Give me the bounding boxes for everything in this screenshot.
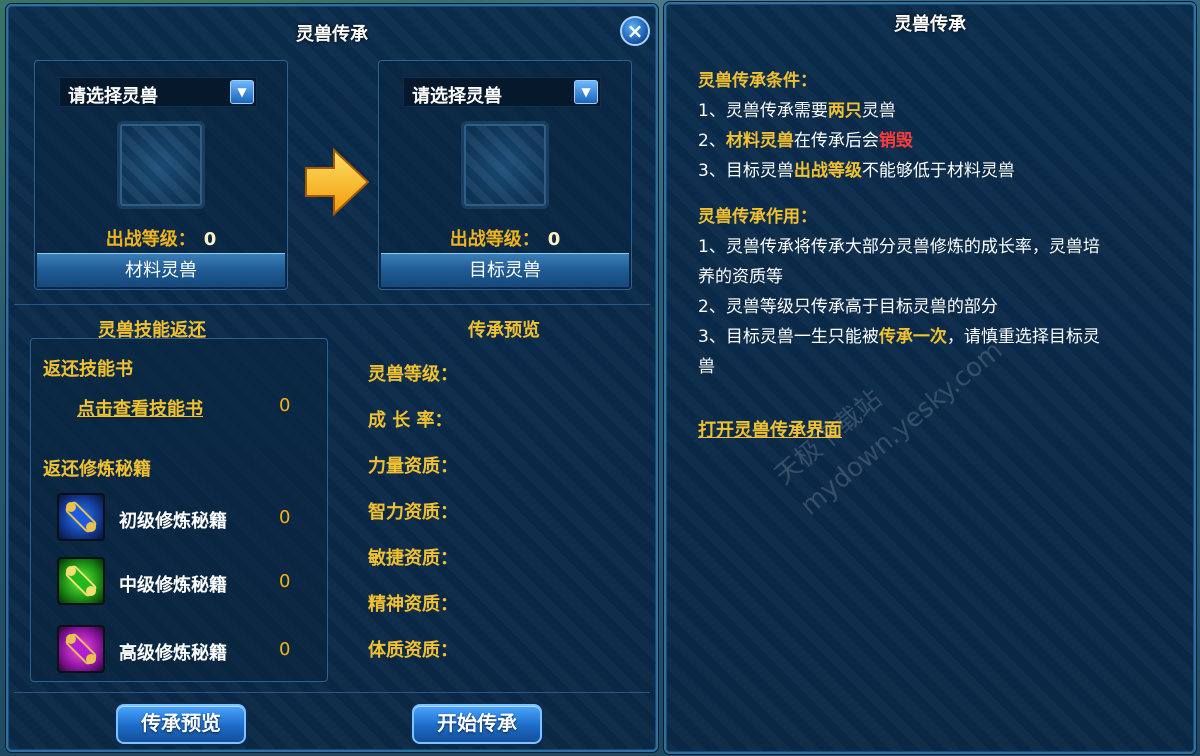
blue-scroll-icon bbox=[57, 493, 105, 541]
chevron-down-icon[interactable]: ▼ bbox=[230, 80, 254, 104]
target-select-text: 请选择灵兽 bbox=[412, 86, 502, 107]
item-name: 高级修炼秘籍 bbox=[119, 643, 227, 664]
effects-title: 灵兽传承作用： bbox=[698, 207, 817, 227]
effect-1: 1、灵兽传承将传承大部分灵兽修炼的成长率，灵兽培 养的资质等 bbox=[698, 237, 1100, 287]
preview-field: 体质资质： bbox=[368, 640, 458, 661]
panel-title: 灵兽传承 bbox=[296, 24, 368, 45]
preview-title: 传承预览 bbox=[468, 320, 540, 341]
item-count: 0 bbox=[279, 507, 291, 528]
green-scroll-icon bbox=[57, 557, 105, 605]
purple-scroll-icon bbox=[57, 625, 105, 673]
conditions-block: 灵兽传承条件： 1、灵兽传承需要两只灵兽 2、材料灵兽在传承后会销毁 3、目标灵… bbox=[698, 66, 1015, 186]
target-level-label: 出战等级： bbox=[449, 229, 540, 250]
effect-2: 2、灵兽等级只传承高于目标灵兽的部分 bbox=[698, 297, 998, 317]
chevron-down-icon[interactable]: ▼ bbox=[574, 80, 598, 104]
material-beast-portrait[interactable] bbox=[117, 121, 205, 209]
preview-field: 成 长 率： bbox=[368, 410, 453, 431]
close-button[interactable]: × bbox=[620, 16, 650, 46]
inheritance-panel: 灵兽传承 × 请选择灵兽 ▼ 出战等级：0 材料灵兽 请选择灵兽 ▼ 出战等级 bbox=[6, 4, 658, 752]
target-beast-slot: 请选择灵兽 ▼ 出战等级： 0 目标灵兽 bbox=[378, 60, 632, 290]
condition-3: 3、目标灵兽出战等级不能够低于材料灵兽 bbox=[698, 161, 1015, 181]
item-count: 0 bbox=[279, 639, 291, 660]
target-beast-portrait[interactable] bbox=[461, 121, 549, 209]
close-icon: × bbox=[626, 19, 644, 43]
view-skill-books-link[interactable]: 点击查看技能书 bbox=[77, 395, 203, 421]
material-level-line: 出战等级： 0 bbox=[35, 225, 287, 251]
item-count: 0 bbox=[279, 571, 291, 592]
skill-book-title: 返还技能书 bbox=[43, 359, 133, 380]
divider bbox=[14, 304, 650, 305]
preview-field: 精神资质： bbox=[368, 594, 458, 615]
start-inheritance-button[interactable]: 开始传承 bbox=[412, 704, 542, 744]
skill-return-frame: 返还技能书 点击查看技能书 0 返还修炼秘籍 初级修炼秘籍 0 中级修炼秘籍 0… bbox=[30, 338, 328, 682]
material-beast-select[interactable]: 请选择灵兽 ▼ bbox=[59, 77, 257, 107]
preview-field: 力量资质： bbox=[368, 456, 458, 477]
arrow-right-icon bbox=[305, 147, 370, 217]
conditions-title: 灵兽传承条件： bbox=[698, 71, 817, 91]
material-level-label: 出战等级： bbox=[105, 229, 196, 250]
condition-1: 1、灵兽传承需要两只灵兽 bbox=[698, 101, 896, 121]
material-beast-slot: 请选择灵兽 ▼ 出战等级： 0 材料灵兽 bbox=[34, 60, 288, 290]
target-level-line: 出战等级： 0 bbox=[379, 225, 631, 251]
item-name: 初级修炼秘籍 bbox=[119, 511, 227, 532]
preview-field: 智力资质： bbox=[368, 502, 458, 523]
condition-2: 2、材料灵兽在传承后会销毁 bbox=[698, 131, 913, 151]
preview-field: 敏捷资质： bbox=[368, 548, 458, 569]
target-beast-label: 目标灵兽 bbox=[381, 253, 629, 287]
skill-book-count: 0 bbox=[279, 395, 291, 416]
item-name: 中级修炼秘籍 bbox=[119, 575, 227, 596]
divider bbox=[14, 692, 650, 693]
help-panel: 灵兽传承 灵兽传承条件： 1、灵兽传承需要两只灵兽 2、材料灵兽在传承后会销毁 … bbox=[664, 2, 1196, 754]
material-beast-label: 材料灵兽 bbox=[37, 253, 285, 287]
help-panel-title: 灵兽传承 bbox=[894, 14, 966, 35]
material-level-value: 0 bbox=[203, 229, 217, 250]
target-beast-select[interactable]: 请选择灵兽 ▼ bbox=[403, 77, 601, 107]
preview-field: 灵兽等级： bbox=[368, 364, 458, 385]
cultivation-title: 返还修炼秘籍 bbox=[43, 459, 151, 480]
target-level-value: 0 bbox=[547, 229, 561, 250]
preview-button[interactable]: 传承预览 bbox=[116, 704, 246, 744]
material-select-text: 请选择灵兽 bbox=[68, 86, 158, 107]
